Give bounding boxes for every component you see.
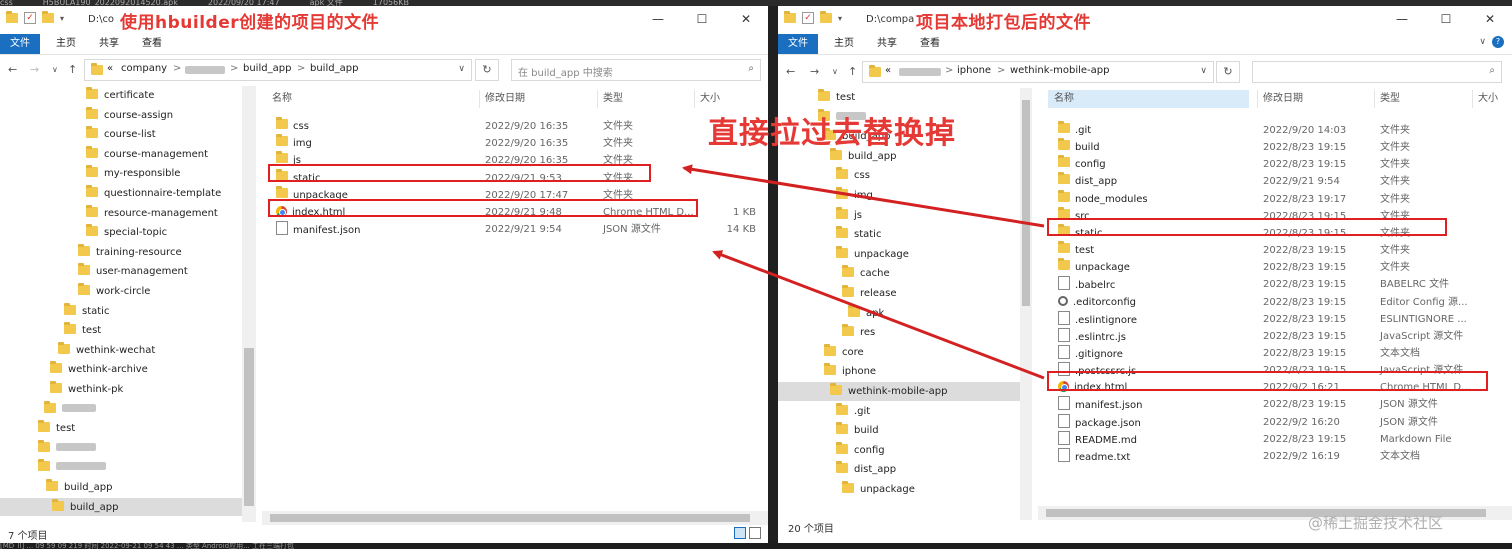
arrow-static [682, 164, 1045, 228]
arrow-index [712, 250, 1045, 380]
arrows-overlay [682, 164, 1045, 380]
watermark: @稀土掘金技术社区 [1308, 514, 1444, 532]
replace-annotation: 直接拉过去替换掉 [708, 116, 956, 151]
